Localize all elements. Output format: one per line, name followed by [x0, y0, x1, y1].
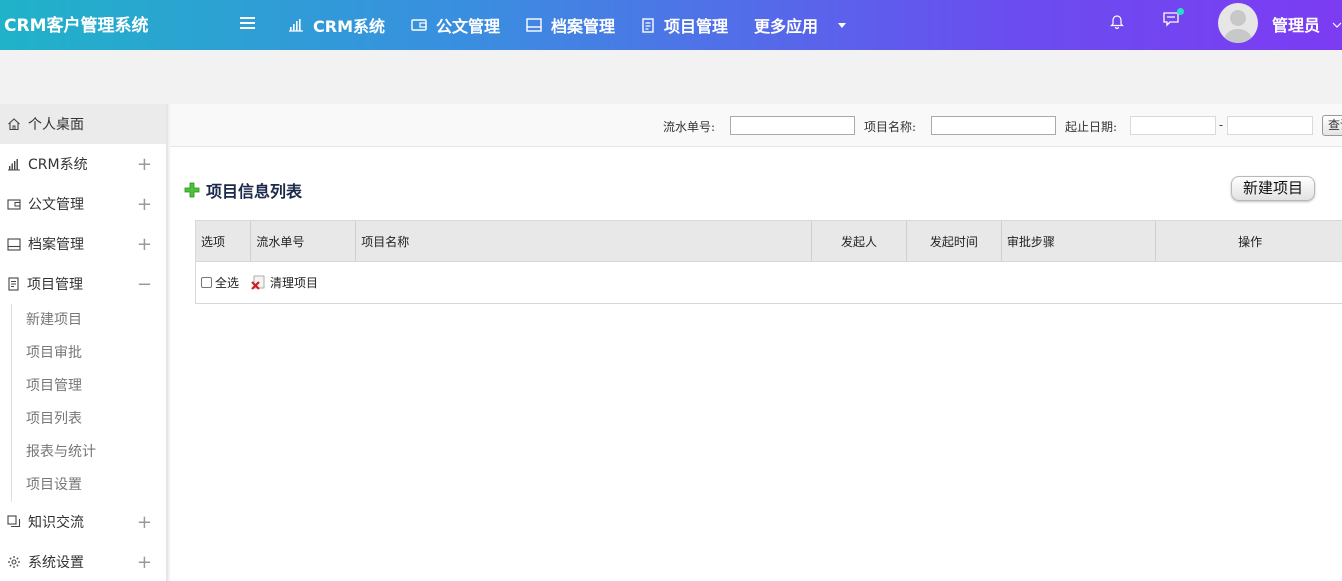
- plus-icon[interactable]: +: [137, 512, 152, 533]
- copy-icon: [7, 515, 21, 528]
- chevron-down-icon[interactable]: [1332, 14, 1342, 33]
- nav-item-label: CRM系统: [313, 17, 385, 36]
- column-header-initiate-time[interactable]: 发起时间: [907, 221, 1002, 261]
- sidebar-item-label: 公文管理: [28, 197, 84, 213]
- message-icon[interactable]: [1162, 8, 1184, 32]
- archive-icon: [7, 237, 21, 251]
- sidebar-item-desktop[interactable]: 个人桌面: [0, 104, 166, 144]
- table-header: 选项 流水单号 项目名称 发起人 发起时间 审批步骤 操作: [196, 221, 1342, 262]
- plus-icon[interactable]: +: [137, 234, 152, 255]
- nav-item-label: 项目管理: [664, 17, 729, 36]
- serial-input[interactable]: [730, 116, 855, 135]
- date-range-label: 起止日期:: [1065, 120, 1118, 134]
- submenu-item-project-approval[interactable]: 项目审批: [12, 337, 166, 370]
- clear-projects-button[interactable]: 清理项目: [251, 274, 318, 291]
- top-nav: CRM系统 公文管理 档案管理 项目管理 更多应用: [288, 0, 872, 50]
- delete-document-icon: [251, 275, 265, 290]
- caret-down-icon: [838, 22, 847, 28]
- table-footer-row: 全选 清理项目: [196, 262, 1342, 304]
- new-project-button[interactable]: 新建项目: [1231, 176, 1315, 201]
- search-button[interactable]: 查询: [1322, 115, 1342, 136]
- nav-item-archives[interactable]: 档案管理: [526, 13, 615, 37]
- clear-projects-label: 清理项目: [270, 276, 319, 290]
- submenu-item-project-management[interactable]: 项目管理: [12, 370, 166, 403]
- minus-icon[interactable]: −: [137, 274, 152, 295]
- sidebar: 个人桌面 CRM系统 + 公文管理 + 档案管理 + 项目管理 − 新建项目 项…: [0, 104, 168, 581]
- nav-item-more[interactable]: 更多应用: [754, 13, 847, 37]
- nav-item-crm[interactable]: CRM系统: [288, 13, 385, 37]
- gear-icon: [8, 556, 20, 568]
- home-icon: [8, 118, 20, 131]
- sidebar-item-label: 档案管理: [28, 237, 84, 253]
- serial-label: 流水单号:: [663, 120, 716, 134]
- document-icon: [8, 277, 19, 291]
- nav-item-label: 档案管理: [551, 17, 616, 36]
- user-avatar-icon: [1223, 10, 1253, 43]
- avatar[interactable]: [1218, 3, 1258, 43]
- search-button-label: 查询: [1328, 118, 1342, 132]
- notification-dot: [1177, 8, 1184, 15]
- sidebar-item-settings[interactable]: 系统设置 +: [0, 542, 166, 581]
- submenu-item-project-settings[interactable]: 项目设置: [12, 469, 166, 502]
- sidebar-submenu-projects: 新建项目 项目审批 项目管理 项目列表 报表与统计 项目设置: [11, 304, 166, 502]
- nav-item-label: 更多应用: [754, 17, 819, 36]
- nav-item-documents[interactable]: 公文管理: [411, 13, 500, 37]
- document-icon: [642, 17, 654, 33]
- project-name-input[interactable]: [931, 116, 1056, 135]
- select-all-label[interactable]: 全选: [215, 274, 239, 291]
- list-title-text: 项目信息列表: [206, 182, 303, 201]
- sidebar-item-knowledge[interactable]: 知识交流 +: [0, 502, 166, 542]
- project-table: 选项 流水单号 项目名称 发起人 发起时间 审批步骤 操作 全选 清理项目: [195, 220, 1342, 304]
- column-header-project-name[interactable]: 项目名称: [356, 221, 813, 261]
- sidebar-item-crm[interactable]: CRM系统 +: [0, 144, 166, 184]
- nav-item-projects[interactable]: 项目管理: [641, 13, 728, 37]
- sidebar-item-documents[interactable]: 公文管理 +: [0, 184, 166, 224]
- column-header-serial[interactable]: 流水单号: [251, 221, 357, 261]
- menu-toggle-icon[interactable]: [240, 14, 256, 36]
- column-header-approval-step[interactable]: 审批步骤: [1002, 221, 1157, 261]
- sidebar-item-label: 系统设置: [28, 555, 84, 571]
- bell-icon[interactable]: [1110, 13, 1124, 33]
- sidebar-item-archives[interactable]: 档案管理 +: [0, 224, 166, 264]
- wallet-icon: [411, 19, 427, 31]
- column-header-initiator[interactable]: 发起人: [812, 221, 907, 261]
- wallet-icon: [7, 198, 21, 210]
- archive-icon: [526, 18, 542, 32]
- submenu-item-reports[interactable]: 报表与统计: [12, 436, 166, 469]
- main-content: 流水单号: 项目名称: 起止日期: - 查询 项目信息列表 新建项目 选项 流水…: [170, 104, 1342, 581]
- select-all-checkbox[interactable]: [201, 277, 212, 288]
- plus-icon[interactable]: +: [137, 552, 152, 573]
- user-name[interactable]: 管理员: [1272, 12, 1320, 36]
- green-plus-icon: [184, 182, 200, 198]
- submenu-item-project-list[interactable]: 项目列表: [12, 403, 166, 436]
- end-date-input[interactable]: [1227, 116, 1313, 135]
- start-date-input[interactable]: [1130, 116, 1216, 135]
- bar-chart-icon: [289, 19, 303, 32]
- nav-item-label: 公文管理: [436, 17, 501, 36]
- search-bar: 流水单号: 项目名称: 起止日期: - 查询: [170, 104, 1342, 147]
- list-title: 项目信息列表: [184, 178, 302, 202]
- date-separator: -: [1219, 118, 1224, 132]
- column-header-select: 选项: [196, 221, 252, 261]
- plus-icon[interactable]: +: [137, 154, 152, 175]
- top-header: CRM客户管理系统 CRM系统 公文管理 档案管理 项目管理 更多应用 管理员: [0, 0, 1342, 50]
- project-name-label: 项目名称:: [864, 120, 917, 134]
- sidebar-item-label: CRM系统: [28, 157, 88, 173]
- sidebar-item-label: 项目管理: [27, 277, 83, 293]
- column-header-actions: 操作: [1156, 221, 1342, 261]
- app-logo[interactable]: CRM客户管理系统: [4, 11, 148, 36]
- submenu-item-new-project[interactable]: 新建项目: [12, 304, 166, 337]
- sidebar-item-label: 知识交流: [28, 515, 84, 531]
- sidebar-item-label: 个人桌面: [28, 117, 84, 133]
- sidebar-item-projects[interactable]: 项目管理 −: [0, 264, 166, 304]
- plus-icon[interactable]: +: [137, 194, 152, 215]
- bar-chart-icon: [8, 158, 20, 170]
